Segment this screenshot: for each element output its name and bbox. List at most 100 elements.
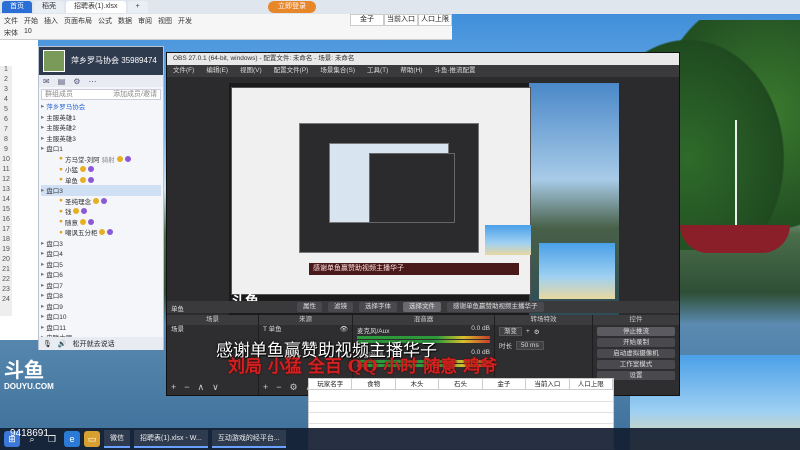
up-icon[interactable]: ∧ [198,382,205,393]
virtual-camera-button[interactable]: 启动虚拟摄像机 [597,349,675,358]
menu-formula[interactable]: 公式 [98,16,112,26]
group-avatar[interactable] [43,50,65,72]
menu-item[interactable]: 场景集合(S) [320,65,355,77]
menu-file[interactable]: 文件 [4,16,18,26]
obs-title-bar: OBS 27.0.1 (64-bit, windows) - 配置文件: 未命名… [167,53,679,65]
row-number: 4 [4,96,8,103]
user-status-icon: ● [59,218,63,226]
channel-item[interactable]: ● 单鱼 [41,175,161,186]
channel-item-label: 盘口4 [46,251,63,259]
channel-item[interactable]: ● 钱 [41,206,161,217]
selected-source-name: 单鱼 [171,306,184,313]
font-name-select[interactable]: 宋体 [4,28,18,38]
menu-item[interactable]: 文件(F) [173,65,194,77]
taskbar-app-game[interactable]: 互动游戏的经平台... [211,430,286,448]
preview-nested-obs-2 [369,153,455,223]
new-tab-button[interactable]: + [127,1,148,13]
start-recording-button[interactable]: 开始录制 [597,338,675,347]
taskbar-app-excel[interactable]: 招聘表(1).xlsx - W... [134,430,208,448]
menu-item[interactable]: 斗鱼·推流配置 [434,65,475,77]
menu-home[interactable]: 开始 [24,16,38,26]
folder-icon[interactable]: ▭ [84,431,100,447]
menu-layout[interactable]: 页面布局 [64,16,92,26]
channel-item[interactable]: ● 随意 [41,217,161,228]
add-icon[interactable]: + [526,328,530,335]
properties-button[interactable]: 属性 [297,302,322,312]
menu-insert[interactable]: 插入 [44,16,58,26]
menu-dev[interactable]: 开发 [178,16,192,26]
gear-icon[interactable]: ⚙ [534,328,540,336]
tab-home[interactable]: 首页 [2,1,32,13]
member-search-input[interactable]: 群组成员 添加成员/邀请 [41,89,161,100]
browser-icon[interactable]: e [64,431,80,447]
remove-icon[interactable]: − [184,382,189,393]
tab-excel-file[interactable]: 招聘表(1).xlsx [66,1,126,13]
menu-item[interactable]: 帮助(H) [400,65,422,77]
menu-review[interactable]: 审阅 [138,16,152,26]
mic-icon[interactable]: 🎙 [43,340,52,348]
mixer-row: 麦克风/Aux 0.0 dB [353,325,494,335]
login-button[interactable]: 立即登录 [268,1,316,13]
transition-select[interactable]: 渐变 [499,327,522,336]
channel-item[interactable]: ▸ 盘口9 [41,301,161,312]
settings-icon[interactable]: ⚙ [73,77,80,86]
channel-item[interactable]: ▸ 盘口11 [41,322,161,333]
select-font-button[interactable]: 选择字体 [359,302,397,312]
text-source-field[interactable]: 感谢单鱼赢赞助视频主播华子 [447,302,544,312]
add-icon[interactable]: + [263,382,268,393]
more-icon[interactable]: ⋯ [88,77,96,86]
channel-item[interactable]: ● 圣纯理念 [41,196,161,207]
studio-mode-button[interactable]: 工作室模式 [597,360,675,369]
stop-streaming-button[interactable]: 停止推流 [597,327,675,336]
channel-item[interactable]: ▸ 盘口5 [41,259,161,270]
channel-item[interactable]: ▸ 盘口3 [41,238,161,249]
channel-item[interactable]: ▸ 主服英雄3 [41,133,161,144]
channel-item-label: 主服英雄2 [46,125,76,133]
channel-item[interactable]: ▸ 盘口3 [41,185,161,196]
level-badge-icon [79,176,86,183]
filters-button[interactable]: 滤镜 [328,302,353,312]
gear-icon[interactable]: ⚙ [290,382,298,393]
channel-item[interactable]: ▸ 盘口1 [41,143,161,154]
windows-taskbar: ⊞ ⌕ ❐ e ▭ 微信 招聘表(1).xlsx - W... 互动游戏的经平台… [0,428,800,450]
row-number: 2 [4,76,8,83]
font-size-select[interactable]: 10 [24,28,32,38]
channel-item[interactable]: ● 小猛 [41,164,161,175]
speaker-icon[interactable]: 🔊 [58,340,67,348]
chat-icon[interactable]: ✉ [43,77,50,86]
channel-item[interactable]: ▸ 主服英雄2 [41,122,161,133]
remove-icon[interactable]: − [276,382,281,393]
menu-data[interactable]: 数据 [118,16,132,26]
obs-menu-bar: 文件(F) 编辑(E) 视图(V) 配置文件(P) 场景集合(S) 工具(T) … [167,65,679,77]
menu-item[interactable]: 视图(V) [240,65,262,77]
tab-docer[interactable]: 稻壳 [34,1,64,13]
select-file-button[interactable]: 选择文件 [403,302,441,312]
menu-item[interactable]: 配置文件(P) [274,65,309,77]
menu-item[interactable]: 工具(T) [367,65,388,77]
channel-item[interactable]: ▸ 盘口10 [41,311,161,322]
file-icon[interactable]: ▤ [58,77,66,86]
channel-item[interactable]: ▸ 盘口7 [41,280,161,291]
channel-item[interactable]: ▸ 萍乡罗马协会 [41,101,161,112]
row-number: 16 [2,216,10,223]
channel-item[interactable]: ▸ 盘口6 [41,269,161,280]
taskbar-app-wechat[interactable]: 微信 [104,430,130,448]
eye-icon[interactable]: 👁 [340,325,348,335]
channel-item[interactable]: ▸ 盘口4 [41,248,161,259]
menu-view[interactable]: 视图 [158,16,172,26]
col-header: 当前入口 [526,379,570,390]
menu-item[interactable]: 编辑(E) [206,65,228,77]
channel-item[interactable]: ● 方马堂-刘阿 骑射 [41,154,161,165]
obs-preview-canvas[interactable]: 感谢单鱼赢赞助视频主播华子 斗鱼 [229,83,619,325]
source-item[interactable]: T 单鱼 👁 [259,325,352,335]
scene-item[interactable]: 场景 [167,325,258,335]
channel-item[interactable]: ● 嘲讽五分柜 [41,227,161,238]
add-member-link[interactable]: 添加成员/邀请 [113,90,157,99]
push-to-talk-label[interactable]: 松开就去说话 [73,339,115,349]
duration-input[interactable]: 50 ms [516,340,544,350]
down-icon[interactable]: ∨ [212,382,219,393]
channel-item[interactable]: ▸ 盘口8 [41,290,161,301]
expand-arrow-icon: ▸ [41,323,45,331]
channel-item[interactable]: ▸ 主服英雄1 [41,112,161,123]
add-icon[interactable]: + [171,382,176,393]
